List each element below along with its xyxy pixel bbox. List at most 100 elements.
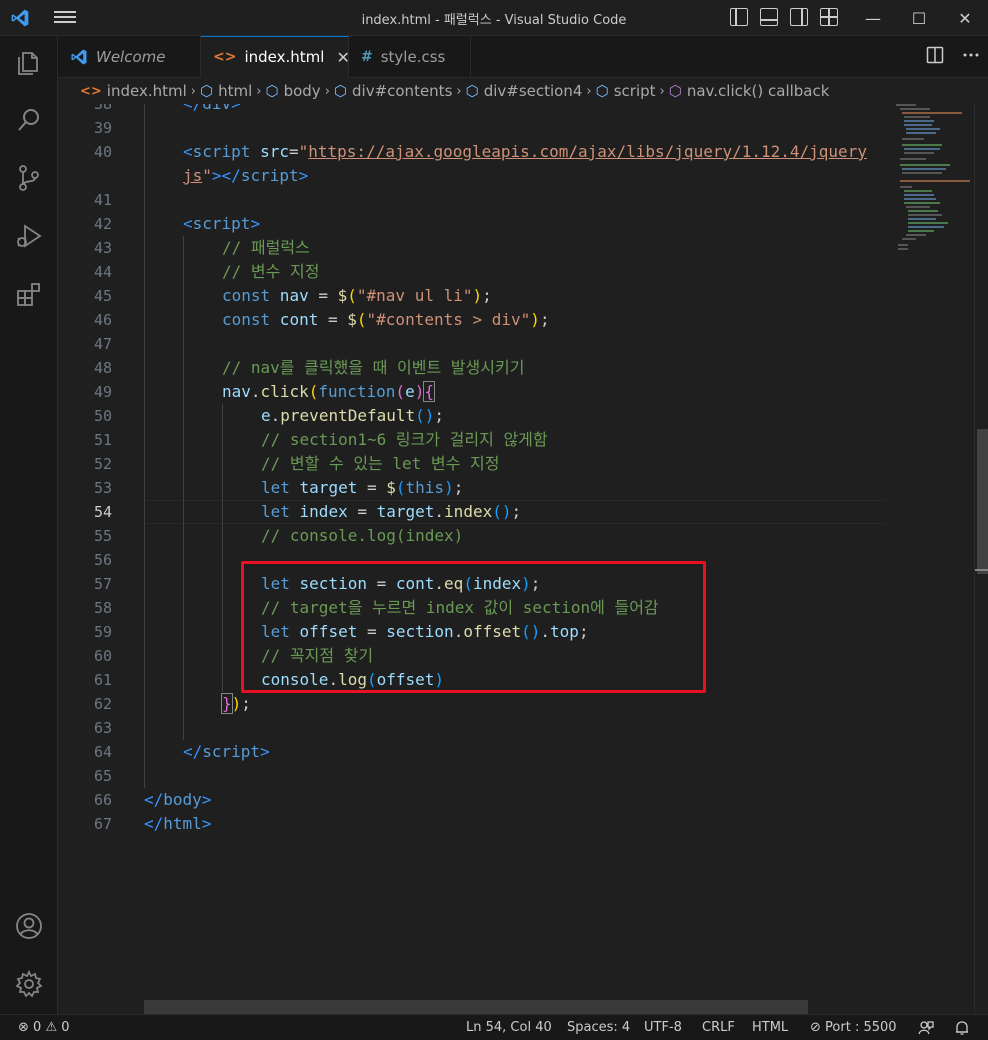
code-line-58: // target을 누르면 index 값이 section에 들어감: [261, 598, 659, 617]
vertical-scrollbar-thumb[interactable]: [977, 429, 988, 574]
code-line-40-wrap: js"></script>: [183, 166, 309, 185]
indent-guide: [183, 236, 184, 740]
line-number: 58: [93, 599, 112, 617]
code-line-42: <script>: [183, 214, 261, 233]
language-mode-status[interactable]: HTML: [752, 1015, 788, 1040]
tab-welcome[interactable]: Welcome: [58, 36, 201, 78]
line-number: 53: [93, 479, 112, 497]
title-bar: index.html - 패럴럭스 - Visual Studio Code —…: [0, 0, 988, 36]
chevron-right-icon: ›: [659, 83, 665, 99]
extensions-icon[interactable]: [13, 278, 45, 310]
settings-gear-icon[interactable]: [13, 968, 45, 1000]
run-debug-icon[interactable]: [13, 220, 45, 252]
feedback-icon[interactable]: [918, 1015, 934, 1040]
breadcrumb-item-div-contents[interactable]: ⬡ div#contents: [334, 82, 453, 100]
breadcrumb: <> index.html › ⬡ html › ⬡ body › ⬡ div#cont…: [58, 78, 988, 104]
method-cube-icon: ⬡: [668, 82, 682, 100]
indentation-status[interactable]: Spaces: 4: [567, 1015, 630, 1040]
line-number: 66: [93, 791, 112, 809]
search-icon[interactable]: [13, 104, 45, 136]
code-line-40: <script src="https://ajax.googleapis.com…: [183, 142, 867, 161]
hamburger-menu-icon[interactable]: [54, 8, 76, 28]
toggle-secondary-sidebar-icon[interactable]: [790, 8, 808, 26]
code-line-64: </script>: [183, 742, 270, 761]
account-icon[interactable]: [13, 910, 45, 942]
line-number: 59: [93, 623, 112, 641]
scrollbar-cursor-marker: [975, 569, 988, 571]
chevron-right-icon: ›: [190, 83, 196, 99]
line-number: 49: [93, 383, 112, 401]
close-icon[interactable]: ✕: [336, 48, 349, 67]
line-number: 65: [93, 767, 112, 785]
element-cube-icon: ⬡: [333, 82, 347, 100]
code-line-43: // 패럴럭스: [222, 238, 310, 257]
line-number-current: 54: [93, 503, 112, 521]
line-number: 43: [93, 239, 112, 257]
code-line-55: // console.log(index): [261, 526, 464, 545]
warning-icon: ⚠: [45, 1020, 58, 1035]
breadcrumb-item-body[interactable]: ⬡ body: [265, 82, 320, 100]
explorer-icon[interactable]: [13, 46, 45, 78]
line-number: 39: [93, 119, 112, 137]
activity-bar: [0, 36, 58, 1014]
element-cube-icon: ⬡: [265, 82, 279, 100]
vertical-scrollbar[interactable]: [974, 104, 988, 1014]
css-file-icon: #: [361, 49, 373, 65]
line-number: 44: [93, 263, 112, 281]
indent-guide: [144, 104, 145, 788]
line-number: 46: [93, 311, 112, 329]
more-actions-icon[interactable]: [962, 46, 980, 64]
line-number: 64: [93, 743, 112, 761]
code-line-48: // nav를 클릭했을 때 이벤트 발생시키기: [222, 358, 525, 377]
code-line-62: });: [221, 693, 251, 714]
html-file-icon: <>: [80, 83, 102, 99]
error-count: 0: [33, 1020, 42, 1035]
problems-status[interactable]: ⊗ 0 ⚠ 0: [18, 1015, 70, 1040]
line-number: 56: [93, 551, 112, 569]
tab-style-css[interactable]: # style.css: [349, 36, 471, 78]
breadcrumb-item-file[interactable]: <> index.html: [80, 82, 187, 100]
element-cube-icon: ⬡: [465, 82, 479, 100]
chevron-right-icon: ›: [586, 83, 592, 99]
live-server-icon: ⊘: [810, 1020, 821, 1035]
minimize-button[interactable]: —: [850, 0, 896, 36]
notifications-bell-icon[interactable]: [954, 1015, 970, 1040]
line-number: 45: [93, 287, 112, 305]
code-editor[interactable]: 38 39 40 41 42 43 44 45 46 47 48 49 50 5…: [58, 104, 988, 1014]
vscode-logo-icon: [71, 49, 87, 65]
breadcrumb-item-callback[interactable]: ⬡ nav.click() callback: [669, 82, 830, 100]
cursor-position-status[interactable]: Ln 54, Col 40: [466, 1015, 552, 1040]
horizontal-scrollbar[interactable]: [144, 1000, 808, 1014]
toggle-panel-icon[interactable]: [760, 8, 778, 26]
chevron-right-icon: ›: [456, 83, 462, 99]
customize-layout-icon[interactable]: [820, 8, 838, 26]
minimap[interactable]: [892, 104, 980, 254]
line-number: 67: [93, 815, 112, 833]
source-control-icon[interactable]: [13, 162, 45, 194]
close-window-button[interactable]: ✕: [942, 0, 988, 36]
chevron-right-icon: ›: [324, 83, 330, 99]
tab-index-html[interactable]: <> index.html ✕: [201, 36, 350, 78]
indent-guide: [222, 404, 223, 692]
code-line-57: let section = cont.eq(index);: [261, 574, 541, 593]
toggle-primary-sidebar-icon[interactable]: [730, 8, 748, 26]
line-number: 50: [93, 407, 112, 425]
encoding-status[interactable]: UTF-8: [644, 1015, 682, 1040]
split-editor-icon[interactable]: [926, 46, 944, 64]
chevron-right-icon: ›: [256, 83, 262, 99]
code-line-51: // section1~6 링크가 걸리지 않게함: [261, 430, 548, 449]
maximize-button[interactable]: ☐: [896, 0, 942, 36]
line-number: 57: [93, 575, 112, 593]
code-line-59: let offset = section.offset().top;: [261, 622, 589, 641]
eol-status[interactable]: CRLF: [702, 1015, 735, 1040]
code-line-61: console.log(offset): [261, 670, 445, 689]
breadcrumb-item-div-section4[interactable]: ⬡ div#section4: [466, 82, 583, 100]
code-line-67: </html>: [144, 814, 212, 833]
html-file-icon: <>: [213, 49, 237, 65]
breadcrumb-item-script[interactable]: ⬡ script: [596, 82, 656, 100]
line-number: 60: [93, 647, 112, 665]
breadcrumb-item-html[interactable]: ⬡ html: [200, 82, 252, 100]
line-number: 61: [93, 671, 112, 689]
live-server-status[interactable]: ⊘ Port : 5500: [810, 1015, 897, 1040]
warning-count: 0: [61, 1020, 70, 1035]
